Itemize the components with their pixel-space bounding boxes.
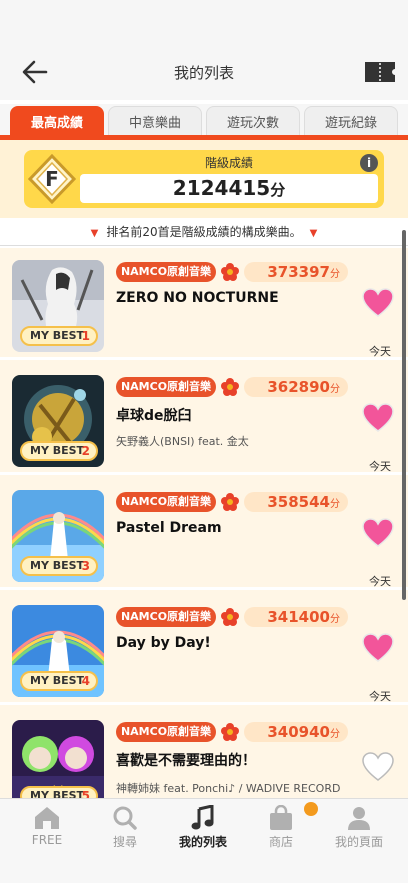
song-jacket-image: MY BEST 1 (12, 260, 104, 352)
grade-score-value: 2124415 (172, 176, 271, 200)
song-row[interactable]: MY BEST 2 NAMCO原創音樂 362890分 卓球de脫臼 矢野義人(B… (0, 363, 408, 475)
grade-letter: F (45, 167, 59, 191)
grade-card: F 階級成績 i 2124415分 (24, 150, 384, 208)
song-jacket-image: MY BEST 2 (12, 375, 104, 467)
notice-bar: ▼ 排名前20首是階級成績的構成樂曲。 ▼ (0, 220, 408, 246)
notification-dot (304, 802, 318, 816)
song-row[interactable]: MY BEST 3 NAMCO原創音樂 358544分 Pastel Dream … (0, 478, 408, 590)
heart-filled-icon[interactable] (362, 518, 394, 548)
ticket-icon[interactable] (363, 60, 397, 84)
grade-badge-icon: F (28, 154, 76, 204)
song-score: 373397分 (244, 262, 348, 282)
nav-label: 我的頁面 (334, 835, 383, 849)
song-row[interactable]: MY BEST 1 NAMCO原創音樂 373397分 ZERO NO NOCTU… (0, 248, 408, 360)
play-date: 今天 (369, 345, 391, 358)
category-tag: NAMCO原創音樂 (116, 607, 216, 627)
nav-search[interactable]: 搜尋 (90, 805, 160, 850)
song-artist: 神轉姉妹 feat. Ponchi♪ / WADIVE RECORD (116, 782, 341, 795)
heart-filled-icon[interactable] (362, 633, 394, 663)
my-best-badge: MY BEST 4 (20, 671, 98, 691)
category-tag: NAMCO原創音樂 (116, 722, 216, 742)
heart-filled-icon[interactable] (362, 403, 394, 433)
song-list[interactable]: MY BEST 1 NAMCO原創音樂 373397分 ZERO NO NOCTU… (0, 248, 408, 798)
song-title: Day by Day! (116, 635, 211, 651)
category-tag: NAMCO原創音樂 (116, 262, 216, 282)
grade-score: 2124415分 (80, 176, 378, 200)
song-row[interactable]: MY BEST 4 NAMCO原創音樂 341400分 Day by Day! 今… (0, 593, 408, 705)
heart-filled-icon[interactable] (362, 288, 394, 318)
nav-label: 商店 (268, 835, 293, 849)
shopping-bag-icon (270, 805, 292, 830)
flower-icon (221, 378, 239, 396)
grade-section: F 階級成績 i 2124415分 (0, 140, 408, 218)
song-title: ZERO NO NOCTURNE (116, 290, 279, 306)
song-title: 喜歡是不需要理由的！ (116, 753, 256, 769)
nav-label: 搜尋 (112, 835, 137, 849)
song-title: Pastel Dream (116, 520, 222, 536)
song-score: 362890分 (244, 377, 348, 397)
nav-label: FREE (31, 833, 63, 847)
search-icon (113, 806, 137, 830)
song-jacket-image: ♪♪ MY BEST5 (12, 720, 104, 798)
bottom-nav: FREE 搜尋 我的列表 商店 我的頁面 (0, 798, 408, 853)
song-score: 358544分 (244, 492, 348, 512)
notice-text: 排名前20首是階級成績的構成樂曲。 (106, 225, 302, 239)
grade-score-box: 2124415分 (80, 174, 378, 203)
play-date: 今天 (369, 460, 391, 473)
flower-icon (221, 608, 239, 626)
category-tag: NAMCO原創音樂 (116, 377, 216, 397)
nav-free[interactable]: FREE (12, 805, 82, 847)
music-note-icon (191, 805, 214, 830)
song-score: 340940分 (244, 722, 348, 742)
flower-icon (221, 723, 239, 741)
bottom-safe-area (0, 853, 408, 883)
song-title: 卓球de脫臼 (116, 408, 192, 424)
grade-label: 階級成績 (204, 156, 253, 170)
heart-outline-icon[interactable] (362, 752, 394, 782)
triangle-down-icon: ▼ (309, 228, 318, 239)
my-best-badge: MY BEST 1 (20, 326, 98, 346)
song-score: 341400分 (244, 607, 348, 627)
category-tag: NAMCO原創音樂 (116, 492, 216, 512)
triangle-down-icon: ▼ (90, 228, 99, 239)
page-title: 我的列表 (173, 64, 234, 82)
song-jacket-image: MY BEST 4 (12, 605, 104, 697)
scrollbar[interactable] (402, 230, 406, 600)
user-icon (348, 807, 370, 830)
nav-label: 我的列表 (178, 835, 227, 849)
play-date: 今天 (369, 690, 391, 703)
song-jacket-image: MY BEST 3 (12, 490, 104, 582)
app-header: 我的列表 (0, 0, 408, 100)
flower-icon (221, 493, 239, 511)
song-row[interactable]: ♪♪ MY BEST5 NAMCO原創音樂 340940分 喜歡是不需要理由的！… (0, 708, 408, 798)
my-best-badge: MY BEST 2 (20, 441, 98, 461)
play-date: 今天 (369, 575, 391, 588)
info-icon[interactable]: i (360, 154, 378, 172)
flower-icon (221, 263, 239, 281)
my-best-badge: MY BEST 3 (20, 556, 98, 576)
nav-my-list[interactable]: 我的列表 (168, 805, 238, 850)
grade-score-unit: 分 (270, 181, 286, 199)
song-artist: 矢野義人(BNSI) feat. 金太 (116, 435, 249, 448)
home-icon (35, 807, 59, 829)
nav-my-page[interactable]: 我的頁面 (324, 805, 394, 850)
my-best-badge: MY BEST 5 (20, 786, 98, 798)
